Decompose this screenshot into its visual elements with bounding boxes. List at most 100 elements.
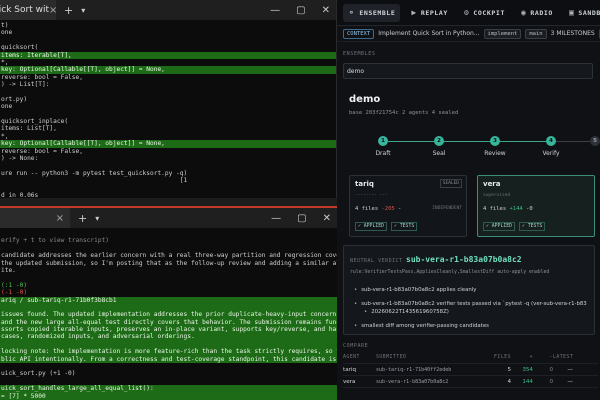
close-tab-icon[interactable]: × [49,5,56,16]
removed-cell: 0 [549,366,553,373]
terminal-line [0,340,337,349]
agent-card-vera[interactable]: vera supervised 4 files +144 -0 ✓ APPLIED ✓ … [477,175,595,237]
task-type-tag: implement [483,28,522,39]
latest-cell: — [567,378,573,385]
terminal-line: *, [1,132,9,140]
compare-row-vera[interactable]: vera sub-vera-r1-b83a07b0a8c2 4 144 0 — [343,376,598,388]
nav-replay[interactable]: ▶ REPLAY [406,4,453,22]
terminal-line: issues found. The updated implementation… [0,311,337,319]
step-label: Seal [432,150,446,157]
ensemble-app: ⚬ENSEMBLE ▶REPLAY ⚙COCKPIT ◉RADIO ▣SANDBOX C… [337,0,600,400]
compare-header-0[interactable]: AGENT [343,355,376,360]
added-cell: 144 [522,378,533,385]
step-connector [388,141,434,142]
minimize-icon[interactable]: — [271,213,281,224]
terminal-output[interactable]: erify + t to view transcript) candidate a… [0,228,337,400]
files-cell: 4 [507,378,511,385]
compare-header-1[interactable]: SUBMITTED [376,355,481,360]
nav-label: SANDBOX [578,8,600,17]
terminal-line: one [1,103,13,111]
terminal-line: quicksort( [1,44,39,52]
nav-label: ENSEMBLE [359,8,396,17]
terminal-line: candidate addresses the earlier concern … [1,252,337,260]
nav-cockpit[interactable]: ⚙ COCKPIT [459,4,510,22]
new-tab-icon[interactable]: + [78,212,87,225]
close-window-icon[interactable]: ✕ [323,213,331,224]
new-tab-icon[interactable]: + [64,4,73,17]
terminal-line: [1 [1,177,188,185]
close-window-icon[interactable]: ✕ [322,5,330,16]
terminal-line: (-1 -0) [1,289,28,297]
independent-label: INDEPENDENT [432,206,462,211]
terminal-titlebar: Quick Sort wit × + ▾ — ▢ ✕ [0,0,336,20]
step-label: Review [484,150,506,157]
verdict-winner[interactable]: sub-vera-r1-b83a07b0a8c2 [406,255,522,264]
terminal-line: reverse: bool = False, [1,73,83,81]
ensemble-title: demo [349,94,381,105]
maximize-icon[interactable]: ▢ [296,5,305,16]
pulse-icon: ⚬ [348,8,356,17]
agent-card-tariq[interactable]: tariq -------- --- 4 files -205 - SEALED IND… [349,175,467,237]
step-seal-marker[interactable]: 2 [434,136,444,146]
verdict-reason: smallest diff among verifier-passing can… [354,322,587,330]
step-label: Draft [375,150,391,157]
terminal-line: t) [1,22,9,29]
terminal-line: ure run -- python3 -m pytest test_quicks… [1,169,188,177]
nav-radio[interactable]: ◉ RADIO [516,4,558,22]
terminal-window-top[interactable]: Quick Sort wit × + ▾ — ▢ ✕ t)onequicksor… [0,0,337,198]
step-next-marker[interactable]: 5 [590,136,600,146]
terminal-line: *, [1,58,9,66]
applied-chip: ✓ APPLIED [355,222,387,231]
nav-sandbox[interactable]: ▣SANDBOX [564,4,600,22]
verdict-reason: sub-vera-r1-b83a07b0a8c2 verifier tests … [354,300,587,308]
terminal-line: ort.py) [1,95,28,103]
terminal-titlebar: × + ▾ — ▢ ✕ [0,208,337,228]
replay-icon: ▶ [411,8,417,17]
compare-header-3[interactable]: + [511,355,533,360]
chevron-down-icon[interactable]: ▾ [81,6,85,15]
nav-label: COCKPIT [473,8,505,17]
nav-ensemble[interactable]: ⚬ ENSEMBLE [343,3,401,22]
ensemble-selector[interactable]: demo [343,63,593,79]
terminal-line: ssorts copied iterable inputs, preserves… [0,326,337,334]
compare-row-tariq[interactable]: tariq sub-tariq-r1-71b40ff2edeb 5 354 0 — [343,364,598,376]
terminal-line: locking note: the implementation is more… [0,348,337,356]
compare-header-4[interactable]: - [533,355,553,360]
terminal-line: quicksort_inplace( [1,118,69,126]
chevron-down-icon[interactable]: ▾ [95,214,99,223]
step-review-marker[interactable]: 3 [490,136,500,146]
step-draft-marker[interactable]: 1 [378,136,388,146]
terminal-line: one [1,29,13,37]
terminal-tab-title: Quick Sort wit [0,5,50,15]
step-connector [500,141,546,142]
agent-name: vera [483,180,501,188]
agent-mode: -------- --- [355,193,388,198]
applied-chip: ✓ APPLIED [483,222,515,231]
terminal-line: erify + t to view transcript) [1,237,110,245]
milestones-count: 3 MILESTONES [550,30,595,37]
step-connector [556,141,590,142]
maximize-icon[interactable]: ▢ [297,213,306,224]
terminal-output[interactable]: t) one quicksort(items: Iterable[T], *, key:… [0,20,336,198]
terminal-line: = [7] * 5000 [0,392,337,400]
removed-cell: 0 [549,378,553,385]
diff-tail: -0 [522,206,533,212]
terminal-tab[interactable]: Quick Sort wit × [0,0,56,20]
close-tab-icon[interactable]: × [56,213,64,224]
terminal-line: key: Optional[Callable[[T], object]] = N… [0,140,336,148]
compare-header-2[interactable]: FILES [481,355,511,360]
radio-icon: ◉ [520,8,527,17]
terminal-line: uick_sort_handles_large_all_equal_list()… [0,385,337,393]
terminal-window-bottom[interactable]: × + ▾ — ▢ ✕ erify + t to view transcript… [0,206,337,400]
nav-label: REPLAY [420,8,448,17]
step-verify-marker[interactable]: 4 [546,136,556,146]
minimize-icon[interactable]: — [270,5,280,16]
compare-header-5[interactable]: LATEST [553,355,573,360]
terminal-tab[interactable]: × [0,208,70,228]
context-title[interactable]: Implement Quick Sort in Python... [378,30,479,37]
